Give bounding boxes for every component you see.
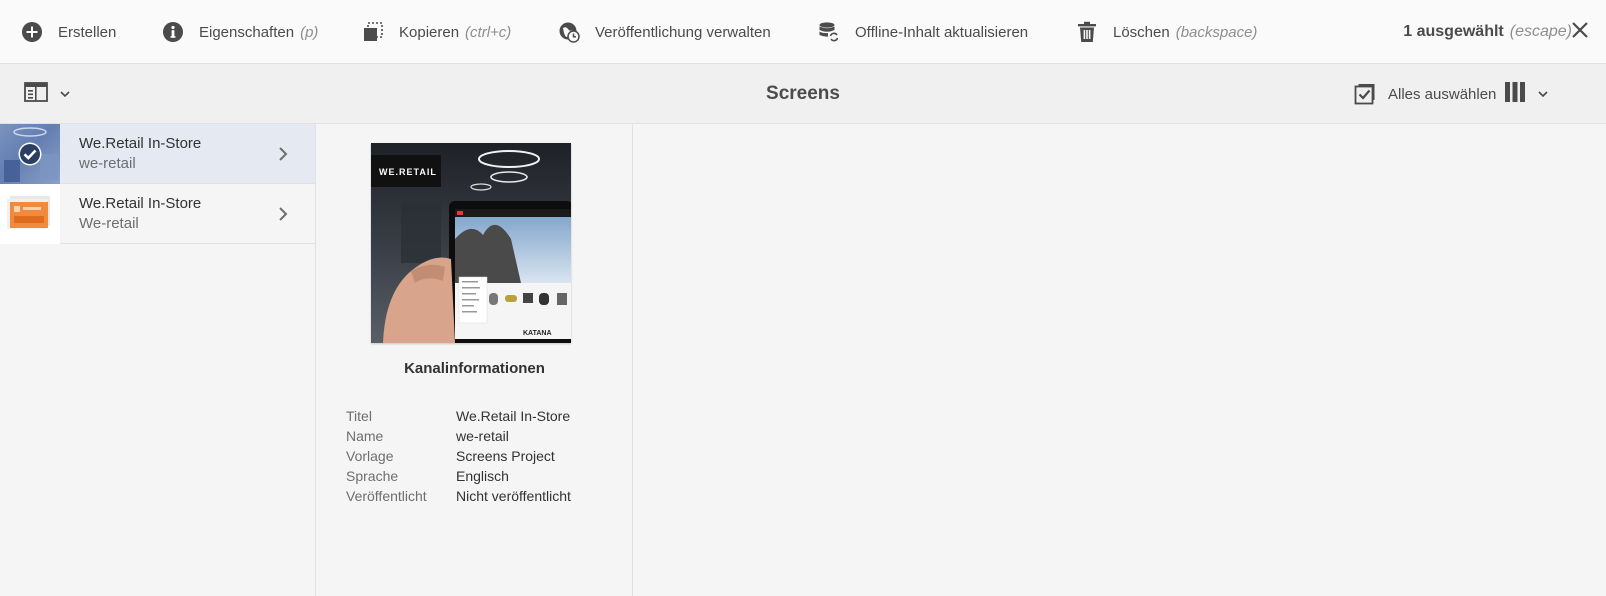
list-item-subtitle: we-retail — [79, 154, 136, 172]
preview-headline-text: KATANA — [523, 330, 552, 337]
preview-image: WE.RETAIL KATANA — [371, 143, 571, 343]
delete-button[interactable]: Löschen (backspace) — [1075, 0, 1257, 64]
delete-shortcut: (backspace) — [1175, 23, 1258, 41]
metadata-value: we-retail — [456, 428, 509, 444]
empty-column-area — [633, 124, 1606, 596]
metadata-value: We.Retail In-Store — [456, 408, 571, 424]
list-item-title: We.Retail In-Store — [79, 194, 202, 212]
metadata-row: Titel We.Retail In-Store — [346, 406, 571, 426]
selected-check-icon — [18, 142, 42, 171]
preview-logo-text: WE.RETAIL — [379, 167, 437, 177]
create-button[interactable]: Erstellen — [20, 0, 116, 64]
info-title: Kanalinformationen — [404, 360, 545, 377]
metadata-value: Screens Project — [456, 448, 555, 464]
metadata-row: Name we-retail — [346, 426, 571, 446]
delete-label: Löschen — [1113, 23, 1170, 41]
create-label: Erstellen — [58, 23, 117, 41]
copy-shortcut: (ctrl+c) — [465, 23, 512, 41]
copy-label: Kopieren — [399, 23, 460, 41]
metadata-list: Titel We.Retail In-Store Name we-retail … — [346, 406, 571, 506]
metadata-row: Sprache Englisch — [346, 466, 571, 486]
copy-button[interactable]: Kopieren (ctrl+c) — [361, 0, 511, 64]
select-all-label: Alles auswählen — [1388, 85, 1497, 103]
list-item[interactable]: We.Retail In-Store we-retail — [0, 123, 315, 184]
sidebar-icon — [24, 81, 50, 108]
metadata-key: Veröffentlicht — [346, 488, 427, 504]
item-thumbnail — [0, 123, 60, 184]
database-refresh-icon — [817, 20, 841, 44]
view-switcher-button[interactable] — [1504, 81, 1548, 108]
title-bar: Screens Alles auswählen — [0, 64, 1606, 124]
column-view-icon — [1504, 81, 1526, 108]
list-item-text: We.Retail In-Store we-retail — [79, 134, 201, 174]
properties-shortcut: (p) — [300, 23, 319, 41]
properties-button[interactable]: Eigenschaften (p) — [161, 0, 318, 64]
metadata-key: Vorlage — [346, 448, 394, 464]
trash-icon — [1075, 20, 1099, 44]
rail-toggle-button[interactable] — [24, 81, 70, 108]
manage-publication-button[interactable]: Veröffentlichung verwalten — [557, 0, 771, 64]
checkbox-checked-icon — [1354, 83, 1376, 105]
metadata-key: Name — [346, 428, 384, 444]
properties-label: Eigenschaften — [199, 23, 295, 41]
metadata-row: Vorlage Screens Project — [346, 446, 571, 466]
close-selection-button[interactable] — [1568, 20, 1592, 44]
chevron-down-icon — [60, 90, 70, 98]
metadata-key: Sprache — [346, 468, 399, 484]
globe-clock-icon — [557, 20, 581, 44]
selection-count-label: 1 ausgewählt — [1403, 23, 1504, 40]
selection-count: 1 ausgewählt (escape) — [1403, 0, 1572, 64]
metadata-value: Englisch — [456, 468, 509, 484]
preview-panel: WE.RETAIL KATANA Kanalinformationen Tite… — [316, 124, 633, 596]
action-bar: Erstellen Eigenschaften (p) Kopieren (ct… — [0, 0, 1606, 64]
list-item-title: We.Retail In-Store — [79, 134, 202, 152]
metadata-row: Veröffentlicht Nicht veröffentlicht — [346, 486, 571, 506]
copy-icon — [361, 20, 385, 44]
list-item[interactable]: We.Retail In-Store We-retail — [0, 183, 315, 244]
chevron-right-icon[interactable] — [271, 202, 295, 226]
chevron-down-icon — [1538, 90, 1548, 98]
metadata-value: Nicht veröffentlicht — [456, 488, 571, 504]
metadata-key: Titel — [346, 408, 372, 424]
manage-publication-label: Veröffentlichung verwalten — [595, 23, 771, 41]
chevron-right-icon[interactable] — [271, 142, 295, 166]
column-list: We.Retail In-Store we-retail We.Retail I… — [0, 123, 316, 596]
info-icon — [161, 20, 185, 44]
update-offline-content-button[interactable]: Offline-Inhalt aktualisieren — [817, 0, 1028, 64]
item-thumbnail — [0, 183, 60, 244]
list-item-text: We.Retail In-Store We-retail — [79, 194, 201, 234]
close-icon — [1571, 21, 1589, 44]
plus-circle-icon — [20, 20, 44, 44]
update-offline-content-label: Offline-Inhalt aktualisieren — [855, 23, 1029, 41]
list-item-subtitle: We-retail — [79, 214, 139, 232]
select-all-button[interactable]: Alles auswählen — [1354, 82, 1496, 106]
selection-escape-hint: (escape) — [1509, 23, 1572, 40]
